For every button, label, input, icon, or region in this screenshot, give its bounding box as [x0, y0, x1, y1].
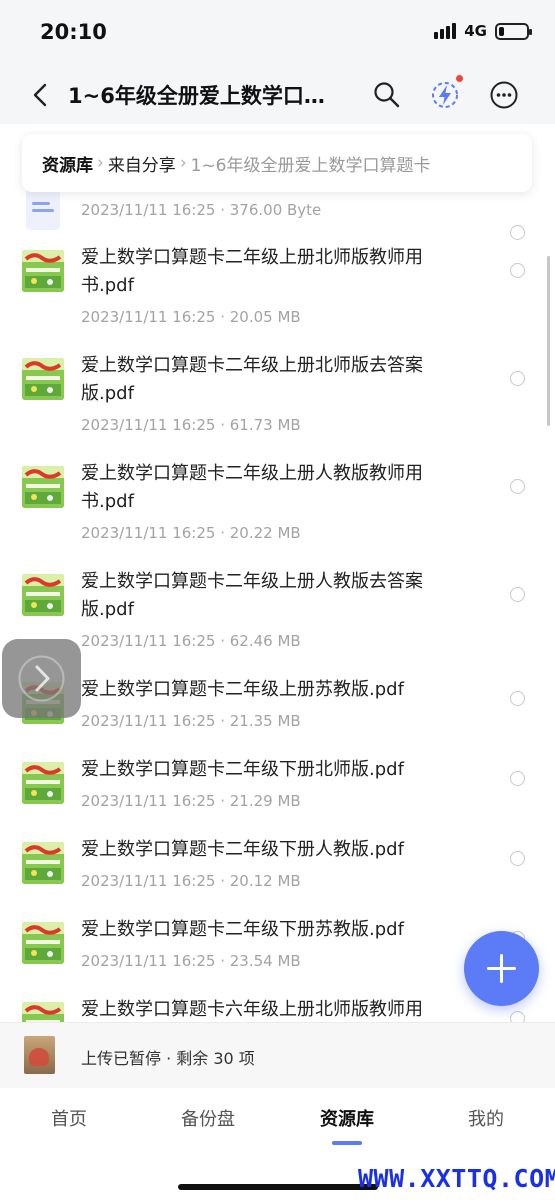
scrollbar[interactable] — [547, 256, 550, 426]
more-button[interactable] — [488, 79, 520, 111]
file-name: 爱上数学口算题卡二年级上册人教版教师用书.pdf — [81, 463, 423, 512]
upload-status-bar[interactable]: 上传已暂停 · 剩余 30 项 — [0, 1022, 555, 1088]
signal-icon — [434, 23, 457, 39]
status-time: 20:10 — [40, 20, 107, 44]
breadcrumb-root[interactable]: 资源库 — [42, 151, 93, 176]
book-cover-thumbnail — [22, 466, 64, 508]
select-radio[interactable] — [510, 1011, 525, 1022]
file-name: 爱上数学口算题卡二年级上册北师版去答案版.pdf — [81, 355, 423, 404]
file-meta: 2023/11/11 16:25 · 23.54 MB — [81, 952, 301, 970]
battery-icon — [495, 22, 532, 40]
status-bar: 20:10 4G — [0, 0, 555, 66]
book-cover-thumbnail — [22, 762, 64, 804]
select-radio[interactable] — [510, 587, 525, 602]
breadcrumb-middle[interactable]: 来自分享 — [108, 151, 176, 176]
breadcrumb-current: 1~6年级全册爱上数学口算题卡 — [190, 155, 431, 176]
search-icon — [374, 82, 400, 108]
quick-transfer-button[interactable] — [429, 79, 461, 111]
upload-status-text: 上传已暂停 · 剩余 30 项 — [81, 1049, 255, 1068]
file-list[interactable]: 2023/11/11 16:25 · 376.00 Byte 爱上数学口算题卡二… — [0, 124, 555, 1022]
book-cover-thumbnail — [22, 922, 64, 964]
page-title: 1~6年级全册爱上数学口… — [68, 84, 325, 108]
select-radio[interactable] — [510, 771, 525, 786]
add-button[interactable] — [464, 931, 539, 1006]
file-name: 爱上数学口算题卡二年级上册北师版教师用书.pdf — [81, 247, 423, 296]
file-meta: 2023/11/11 16:25 · 20.12 MB — [81, 872, 301, 890]
breadcrumb-separator: › — [179, 153, 187, 173]
file-name: 爱上数学口算题卡二年级下册人教版.pdf — [81, 839, 404, 860]
back-button[interactable] — [26, 80, 56, 110]
tab-backup[interactable]: 备份盘 — [153, 1105, 263, 1131]
chevron-left-icon — [33, 83, 47, 107]
breadcrumb: 资源库 › 来自分享 › 1~6年级全册爱上数学口算题卡 — [22, 134, 532, 192]
file-name: 爱上数学口算题卡二年级下册北师版.pdf — [81, 759, 404, 780]
file-meta: 2023/11/11 16:25 · 61.73 MB — [81, 416, 301, 434]
active-tab-indicator — [332, 1141, 362, 1145]
more-dots-icon — [490, 81, 518, 109]
book-cover-thumbnail — [22, 358, 64, 400]
floating-assist-button[interactable] — [2, 639, 81, 718]
search-button[interactable] — [371, 79, 403, 111]
select-radio[interactable] — [510, 225, 525, 240]
select-radio[interactable] — [510, 371, 525, 386]
tab-home[interactable]: 首页 — [14, 1105, 124, 1131]
book-cover-thumbnail — [22, 842, 64, 884]
lightning-icon — [432, 82, 458, 108]
file-name: 爱上数学口算题卡二年级上册人教版去答案版.pdf — [81, 571, 423, 620]
select-radio[interactable] — [510, 263, 525, 278]
breadcrumb-separator: › — [97, 153, 104, 173]
chevron-right-icon — [18, 655, 65, 702]
book-cover-thumbnail — [22, 1002, 64, 1022]
file-meta: 2023/11/11 16:25 · 62.46 MB — [81, 632, 301, 650]
upload-thumbnail — [24, 1036, 55, 1074]
file-name: 爱上数学口算题卡六年级上册北师版教师用 — [81, 999, 423, 1020]
network-type: 4G — [464, 22, 487, 40]
document-icon — [26, 188, 60, 230]
battery-level — [499, 26, 504, 36]
file-meta: 2023/11/11 16:25 · 376.00 Byte — [81, 201, 322, 219]
status-indicators: 4G — [434, 22, 532, 40]
book-cover-thumbnail — [22, 250, 64, 292]
file-meta: 2023/11/11 16:25 · 20.05 MB — [81, 308, 301, 326]
tab-library[interactable]: 资源库 — [292, 1105, 402, 1131]
home-indicator — [178, 1184, 378, 1190]
tab-mine[interactable]: 我的 — [431, 1105, 541, 1131]
file-name: 爱上数学口算题卡二年级上册苏教版.pdf — [81, 679, 404, 700]
file-meta: 2023/11/11 16:25 · 21.29 MB — [81, 792, 301, 810]
book-cover-thumbnail — [22, 574, 64, 616]
file-meta: 2023/11/11 16:25 · 20.22 MB — [81, 524, 301, 542]
watermark: WWW.XXTTQ.COM — [358, 1164, 555, 1193]
select-radio[interactable] — [510, 479, 525, 494]
notification-dot — [456, 75, 463, 82]
file-name: 爱上数学口算题卡二年级下册苏教版.pdf — [81, 919, 404, 940]
nav-bar: 1~6年级全册爱上数学口… — [0, 66, 555, 124]
select-radio[interactable] — [510, 691, 525, 706]
file-meta: 2023/11/11 16:25 · 21.35 MB — [81, 712, 301, 730]
select-radio[interactable] — [510, 851, 525, 866]
